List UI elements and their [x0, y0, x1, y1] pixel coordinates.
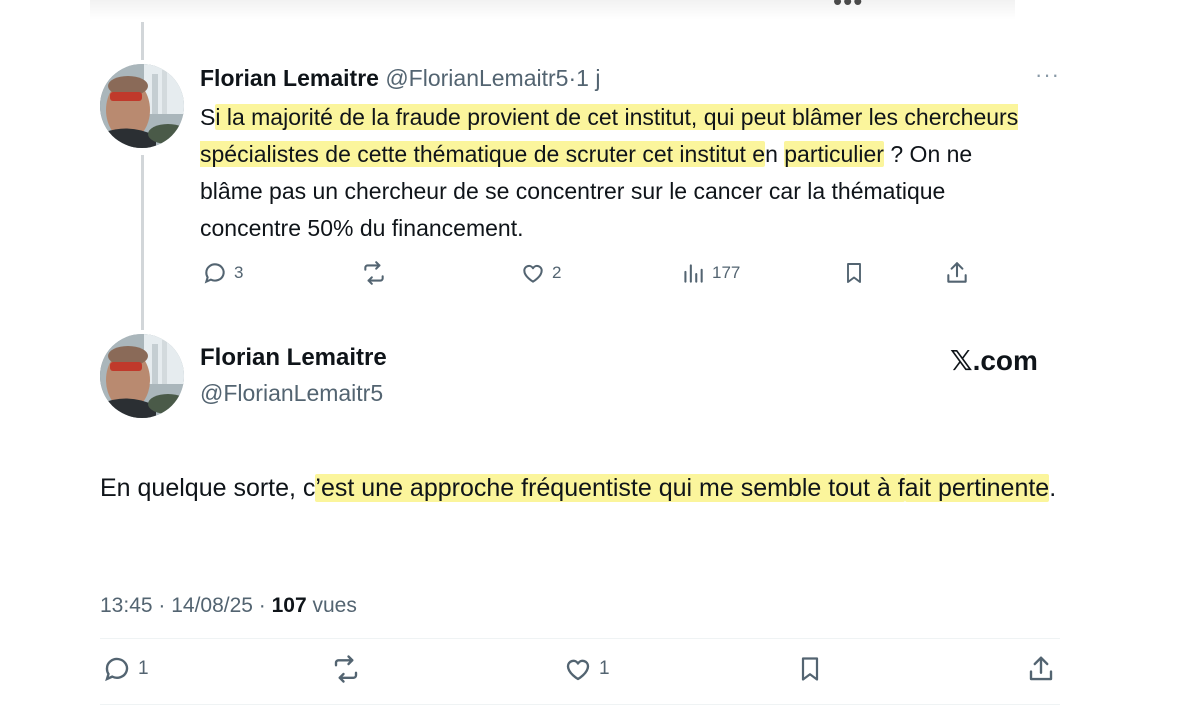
x-brand-icon: 𝕏	[950, 344, 973, 377]
thread-line	[141, 155, 144, 330]
reply-button[interactable]: 3	[202, 260, 243, 286]
like-count: 1	[599, 658, 610, 679]
like-icon	[566, 659, 590, 681]
avatar[interactable]	[100, 334, 184, 418]
reply-icon	[204, 263, 225, 284]
text-fragment: En quelque sorte, c	[100, 474, 316, 502]
author-name[interactable]: Florian Lemaitre	[200, 344, 387, 372]
thread-line	[141, 22, 144, 60]
like-button[interactable]: 2	[520, 260, 561, 286]
share-icon	[947, 262, 967, 283]
bookmark-icon	[801, 657, 819, 681]
like-button[interactable]: 1	[563, 654, 610, 684]
highlighted-text: particulier	[784, 141, 884, 167]
bookmark-button[interactable]	[842, 260, 866, 286]
separator: ·	[568, 65, 577, 91]
brand-domain: .com	[972, 345, 1038, 376]
tweet-text: En quelque sorte, c’est une approche fré…	[100, 467, 1090, 509]
reply-header: Florian Lemaitre @FlorianLemaitr5·1 j	[200, 63, 600, 93]
like-icon	[523, 264, 543, 283]
more-options-icon-top[interactable]: •••	[833, 0, 863, 17]
text-fragment: .	[1049, 474, 1057, 502]
more-options-icon[interactable]: ···	[1035, 62, 1060, 88]
reply-count: 1	[138, 658, 149, 679]
like-count: 2	[552, 263, 562, 282]
author-handle[interactable]: @FlorianLemaitr5	[200, 380, 383, 407]
share-icon	[1029, 656, 1053, 681]
divider	[100, 638, 1060, 639]
bookmark-icon	[847, 263, 861, 283]
reply-count: 3	[234, 263, 244, 282]
text-fragment: S	[200, 104, 216, 130]
share-button[interactable]	[1026, 654, 1056, 684]
repost-button[interactable]	[360, 260, 394, 286]
reply-icon	[105, 657, 129, 682]
x-logo[interactable]: 𝕏.com	[950, 344, 1038, 377]
views-count: 177	[712, 263, 741, 282]
repost-icon	[334, 655, 358, 683]
reply-button[interactable]: 1	[102, 654, 149, 684]
timestamp[interactable]: 13:45 · 14/08/25 ·	[100, 594, 272, 617]
repost-icon	[364, 261, 384, 285]
highlighted-text: ait pertinente	[904, 474, 1050, 502]
cropped-mark: '	[265, 0, 269, 9]
post-time[interactable]: 1 j	[576, 65, 600, 91]
repost-button[interactable]	[330, 654, 368, 684]
avatar[interactable]	[100, 64, 184, 148]
highlighted-text: ’est une approche fréquentiste qui me se…	[315, 474, 905, 502]
reply-text: Si la majorité de la fraude provient de …	[200, 99, 1040, 247]
divider	[100, 704, 1060, 705]
text-fragment: n	[765, 141, 785, 167]
views-button[interactable]: 177	[680, 260, 740, 286]
bookmark-button[interactable]	[796, 654, 824, 684]
share-button[interactable]	[944, 260, 970, 286]
author-handle[interactable]: @FlorianLemaitr5	[385, 65, 568, 91]
views-icon	[684, 264, 703, 283]
views-label: vues	[306, 594, 357, 617]
previous-tweet-edge	[90, 0, 1015, 20]
author-name[interactable]: Florian Lemaitre	[200, 65, 379, 91]
tweet-meta: 13:45 · 14/08/25 · 107 vues	[100, 594, 357, 618]
views-count: 107	[271, 594, 307, 617]
